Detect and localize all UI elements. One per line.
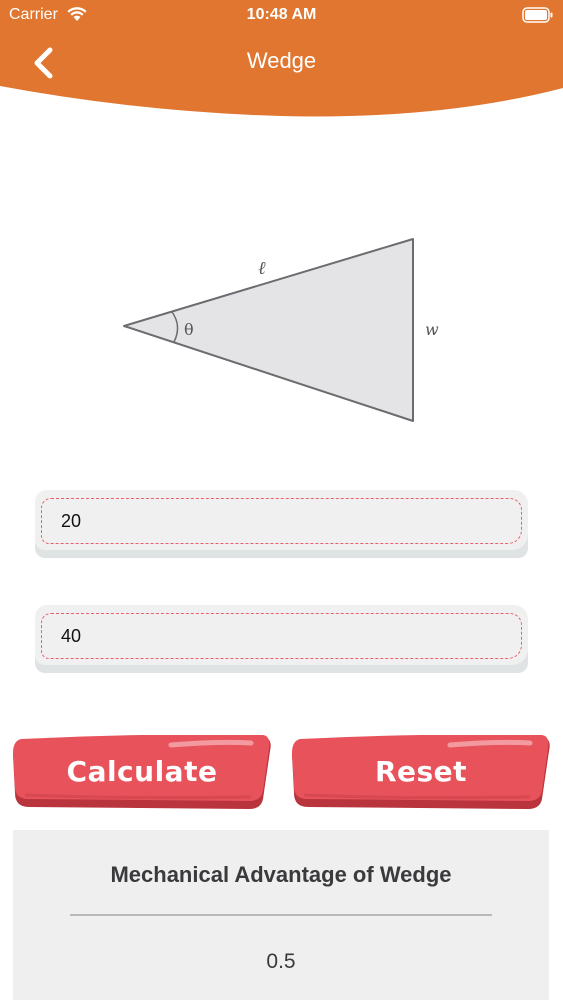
calculate-label: Calculate bbox=[66, 755, 218, 788]
reset-button[interactable]: Reset bbox=[290, 735, 552, 813]
width-input[interactable] bbox=[49, 615, 509, 657]
result-value: 0.5 bbox=[266, 950, 296, 973]
status-bar: Carrier 10:48 AM bbox=[0, 0, 563, 32]
calculate-button[interactable]: Calculate bbox=[11, 735, 273, 813]
length-input[interactable] bbox=[49, 500, 509, 542]
angle-label: θ bbox=[184, 320, 194, 339]
reset-label: Reset bbox=[374, 755, 468, 788]
length-field bbox=[35, 490, 528, 558]
result-title: Mechanical Advantage of Wedge bbox=[110, 862, 452, 887]
result-card: Mechanical Advantage of Wedge 0.5 bbox=[13, 830, 549, 1000]
status-time: 10:48 AM bbox=[246, 6, 317, 23]
result-divider bbox=[70, 914, 492, 916]
wedge-shape bbox=[123, 238, 414, 422]
wedge-diagram: ℓ θ w bbox=[123, 238, 439, 422]
width-field bbox=[35, 605, 528, 673]
length-label: ℓ bbox=[258, 258, 266, 279]
page-title: Wedge bbox=[246, 48, 317, 73]
app-header: Carrier 10:48 AM Wedge bbox=[0, 0, 563, 120]
width-label: w bbox=[425, 320, 439, 339]
battery-icon bbox=[522, 7, 553, 23]
